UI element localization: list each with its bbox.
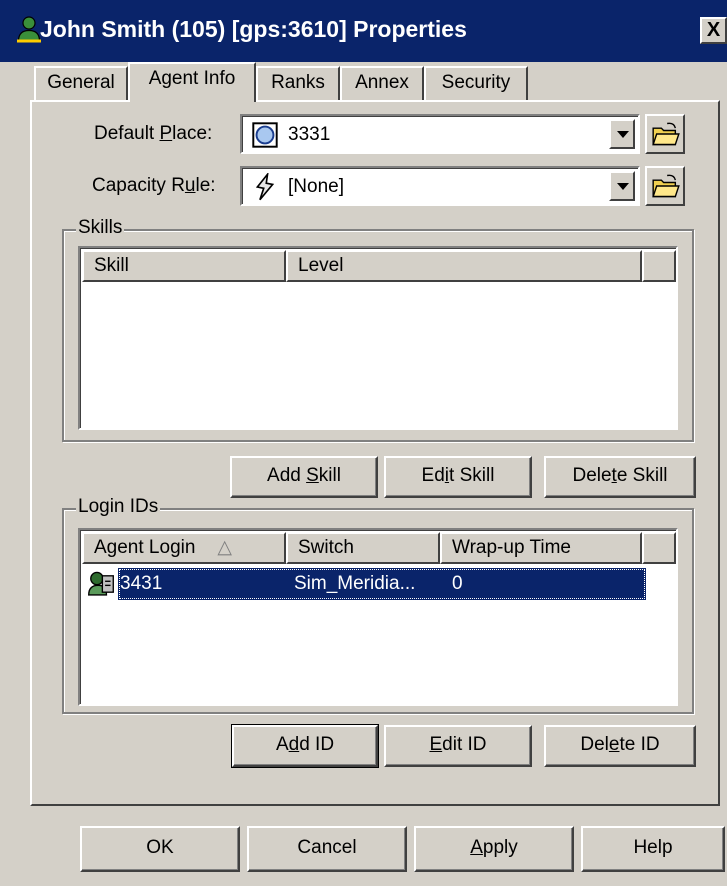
- delete-id-button[interactable]: Delete ID: [544, 725, 696, 767]
- chevron-down-icon[interactable]: [609, 119, 635, 149]
- tab-ranks[interactable]: Ranks: [256, 66, 340, 100]
- login-ids-list[interactable]: Agent Login △ Switch Wrap-up Time 3431 Si…: [78, 528, 678, 706]
- folder-open-icon: [652, 122, 680, 146]
- browse-place-button[interactable]: [645, 114, 685, 154]
- wrapup-time-column-header[interactable]: Wrap-up Time: [440, 532, 642, 564]
- window-title: John Smith (105) [gps:3610] Properties: [40, 16, 467, 42]
- capacity-rule-value: [None]: [288, 176, 344, 197]
- login-id-icon: [88, 571, 114, 596]
- edit-id-button[interactable]: Edit ID: [384, 725, 532, 767]
- ok-button[interactable]: OK: [80, 826, 240, 872]
- capacity-rule-combo[interactable]: [None]: [240, 166, 640, 206]
- tab-general[interactable]: General: [34, 66, 128, 100]
- switch-cell: Sim_Meridia...: [294, 573, 416, 594]
- apply-button[interactable]: Apply: [414, 826, 574, 872]
- selected-row-highlight: 3431 Sim_Meridia... 0: [118, 568, 646, 600]
- add-id-button[interactable]: Add ID: [231, 724, 379, 768]
- agent-login-cell: 3431: [120, 573, 163, 594]
- default-place-label: Default Place:: [94, 123, 213, 144]
- tab-annex[interactable]: Annex: [340, 66, 424, 100]
- tab-security[interactable]: Security: [424, 66, 528, 100]
- folder-open-icon: [652, 174, 680, 198]
- level-column-header[interactable]: Level: [286, 250, 642, 282]
- sort-ascending-icon: △: [217, 537, 233, 558]
- edit-skill-button[interactable]: Edit Skill: [384, 456, 532, 498]
- wrapup-time-cell: 0: [452, 573, 463, 594]
- cancel-button[interactable]: Cancel: [247, 826, 407, 872]
- skill-column-header[interactable]: Skill: [82, 250, 286, 282]
- agent-login-column-header[interactable]: Agent Login △: [82, 532, 286, 564]
- add-skill-button[interactable]: Add Skill: [230, 456, 378, 498]
- login-ids-group-title: Login IDs: [76, 496, 161, 518]
- filler-column-header: [642, 532, 676, 564]
- switch-column-header[interactable]: Switch: [286, 532, 440, 564]
- delete-skill-button[interactable]: Delete Skill: [544, 456, 696, 498]
- skills-list[interactable]: Skill Level: [78, 246, 678, 430]
- place-icon: [252, 122, 278, 148]
- close-button[interactable]: X: [700, 17, 727, 44]
- table-row[interactable]: 3431 Sim_Meridia... 0: [86, 568, 646, 600]
- chevron-down-icon[interactable]: [609, 171, 635, 201]
- filler-column-header: [642, 250, 676, 282]
- skills-group-title: Skills: [76, 217, 125, 239]
- capacity-rule-label: Capacity Rule:: [92, 175, 216, 196]
- browse-capacity-rule-button[interactable]: [645, 166, 685, 206]
- help-button[interactable]: Help: [581, 826, 725, 872]
- tab-agent-info[interactable]: Agent Info: [128, 62, 256, 102]
- capacity-rule-icon: [255, 173, 275, 201]
- default-place-combo[interactable]: 3331: [240, 114, 640, 154]
- default-place-value: 3331: [288, 124, 331, 145]
